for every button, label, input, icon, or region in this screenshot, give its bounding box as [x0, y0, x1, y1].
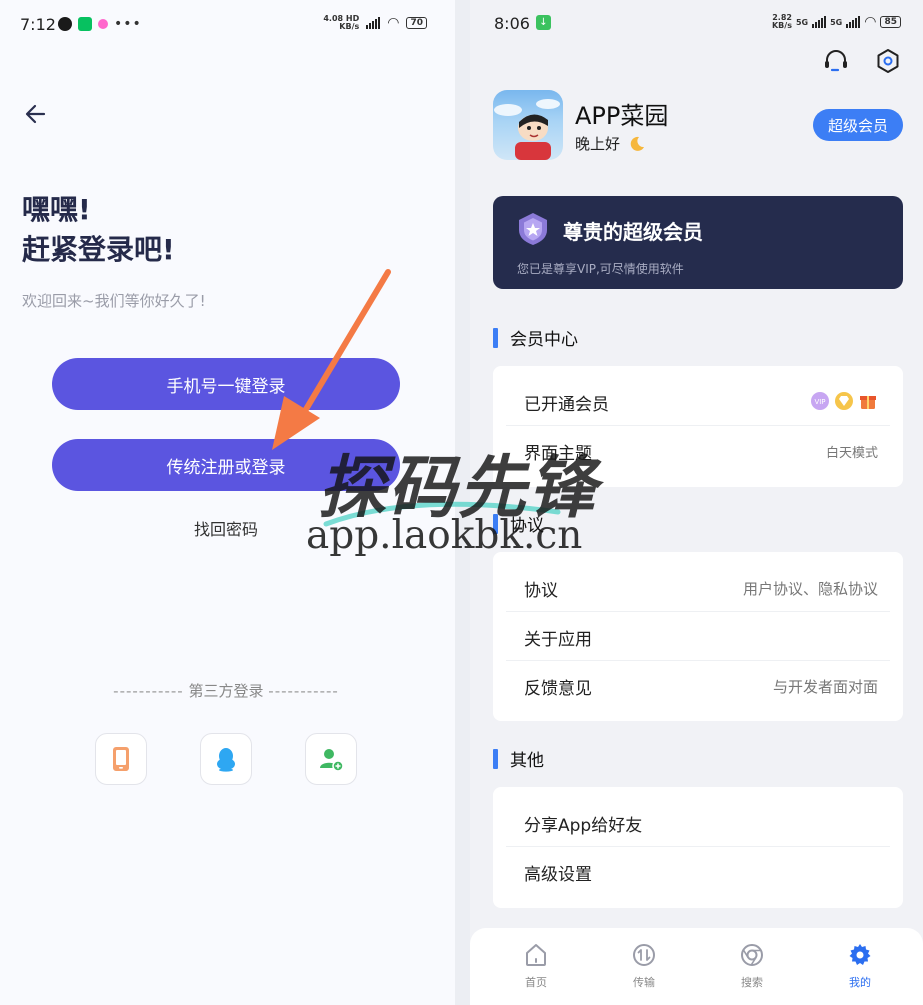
section-title-member-center: 会员中心 — [493, 325, 578, 350]
agreement-card: 协议 用户协议、隐私协议 关于应用 反馈意见 与开发者面对面 — [493, 552, 903, 721]
vip-badge-icon: VIP — [811, 392, 829, 410]
qq-login-option[interactable] — [200, 733, 252, 785]
status-time: 8:06 — [494, 14, 530, 33]
third-party-login-divider: ----------- 第三方登录 ----------- — [113, 682, 339, 700]
more-notifications-icon: ••• — [114, 16, 142, 32]
greeting-title-line2: 赶紧登录吧! — [22, 233, 175, 266]
diamond-badge-icon — [835, 392, 853, 410]
row-agreement[interactable]: 协议 用户协议、隐私协议 — [506, 563, 890, 612]
super-vip-button[interactable]: 超级会员 — [813, 109, 903, 141]
annotation-arrow — [272, 269, 391, 450]
svg-text:VIP: VIP — [814, 398, 825, 406]
avatar[interactable] — [493, 90, 563, 160]
row-share-app[interactable]: 分享App给好友 — [506, 798, 890, 847]
wifi-icon: ◠ — [864, 14, 877, 30]
notification-icons: ••• — [58, 16, 142, 32]
account-login-option[interactable] — [305, 733, 357, 785]
wifi-icon: ◠ — [387, 15, 400, 31]
vip-card[interactable]: 尊贵的超级会员 您已是尊享VIP,可尽情使用软件 — [493, 196, 903, 289]
status-bar: 7:12 ••• 4.08 HD KB/s ◠ 70 — [0, 0, 455, 50]
back-arrow-icon[interactable] — [22, 100, 50, 128]
home-icon — [526, 944, 546, 966]
tab-transfer[interactable]: 传输 — [614, 942, 674, 990]
row-advanced-settings[interactable]: 高级设置 — [506, 847, 890, 896]
section-title-other: 其他 — [493, 746, 544, 771]
tab-search[interactable]: 搜索 — [722, 942, 782, 990]
tab-home[interactable]: 首页 — [506, 942, 566, 990]
signal-icon-1 — [812, 16, 827, 28]
wechat-notification-icon — [78, 17, 92, 31]
row-activated-membership[interactable]: 已开通会员 VIP — [506, 377, 890, 426]
welcome-text: 欢迎回来~我们等你好久了! — [22, 292, 206, 310]
app-notification-icon — [98, 19, 108, 29]
bottom-tab-bar: 首页 传输 搜索 我的 — [470, 928, 923, 1005]
signal-icon — [366, 17, 381, 29]
qq-penguin-icon — [217, 748, 235, 772]
app-name: APP菜园 — [575, 102, 669, 130]
moon-icon — [630, 136, 645, 151]
gift-badge-icon — [860, 396, 876, 409]
status-indicators: 2.82 KB/s 5G 5G ◠ 85 — [772, 14, 901, 30]
avatar-image — [494, 99, 560, 160]
phone-login-option[interactable] — [95, 733, 147, 785]
status-indicators: 4.08 HD KB/s ◠ 70 — [323, 15, 427, 31]
row-about-app[interactable]: 关于应用 — [506, 612, 890, 661]
tab-mine[interactable]: 我的 — [830, 942, 890, 990]
vip-card-subtitle: 您已是尊享VIP,可尽情使用软件 — [517, 262, 684, 276]
row-feedback[interactable]: 反馈意见 与开发者面对面 — [506, 661, 890, 710]
qq-notification-icon — [58, 17, 72, 31]
download-notification-icon: ↓ — [536, 15, 551, 30]
search-icon — [741, 944, 763, 966]
third-party-login-title: 第三方登录 — [188, 682, 264, 700]
network-speed: 2.82 KB/s — [771, 13, 792, 30]
membership-badges: VIP — [810, 391, 878, 411]
headset-support-icon[interactable] — [823, 48, 849, 74]
greeting-title-line1: 嘿嘿! — [22, 193, 91, 226]
gear-icon — [849, 944, 871, 965]
signal-icon-2 — [846, 16, 861, 28]
network-speed: 4.08 HD KB/s — [323, 14, 360, 31]
user-add-icon — [320, 749, 344, 772]
third-party-login-options — [95, 733, 357, 785]
watermark-url: app.laokbk.cn — [306, 513, 583, 558]
transfer-icon — [633, 944, 655, 966]
phone-icon — [113, 747, 129, 771]
greeting: 晚上好 — [575, 133, 646, 154]
vip-card-title: 尊贵的超级会员 — [563, 220, 703, 244]
settings-hexagon-icon[interactable] — [875, 48, 901, 74]
header-actions — [823, 48, 901, 74]
status-time: 7:12 — [20, 15, 56, 34]
battery-icon: 85 — [880, 16, 901, 28]
other-card: 分享App给好友 高级设置 — [493, 787, 903, 908]
vip-shield-badge-icon — [519, 213, 547, 245]
battery-icon: 70 — [406, 17, 427, 29]
status-bar: 8:06 ↓ 2.82 KB/s 5G 5G ◠ 85 — [470, 0, 923, 45]
